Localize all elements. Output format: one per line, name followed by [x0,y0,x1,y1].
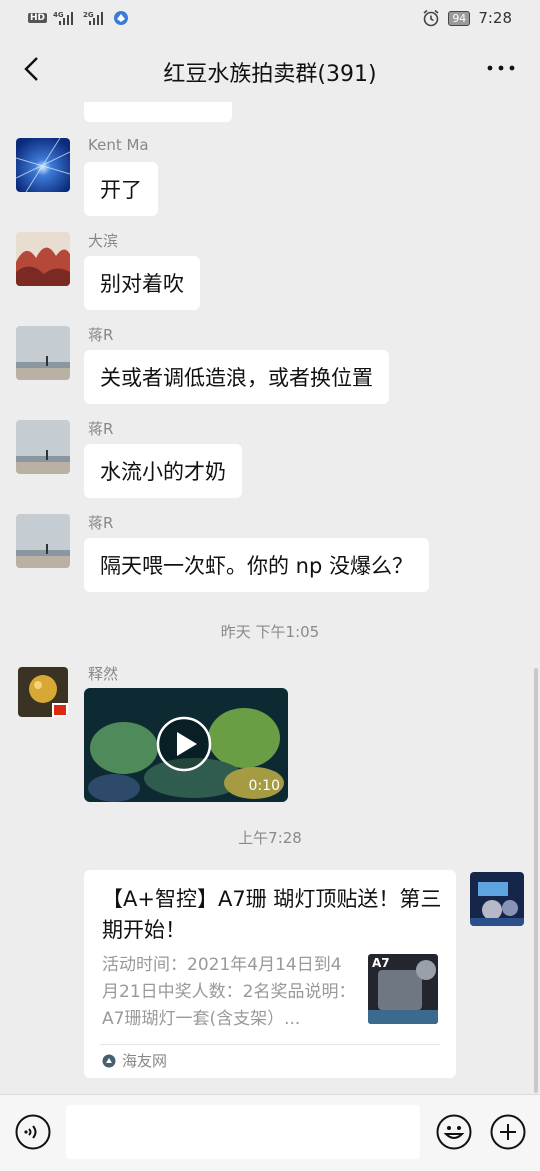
hd-icon: HD [28,13,48,23]
signal-2g-icon: 2G [83,11,104,25]
avatar[interactable] [16,326,70,380]
svg-text:2G: 2G [83,11,94,19]
signal-4g-icon: 4G [53,11,74,25]
avatar[interactable] [16,138,70,192]
sender-name: 蒋R [88,420,114,438]
emoji-icon[interactable] [436,1114,472,1150]
link-card-description: 活动时间：2021年4月14日到4月21日中奖人数：2名奖品说明：A7珊瑚灯一套… [102,955,356,1029]
avatar[interactable] [18,667,68,717]
avatar[interactable] [16,232,70,286]
timestamp: 上午7:28 [238,829,302,847]
link-card-thumbnail: A7 [368,954,438,1024]
sender-name: Kent Ma [88,136,149,154]
sender-name: 蒋R [88,514,114,532]
partial-message-bubble [84,102,232,122]
message-bubble[interactable]: 关或者调低造浪，或者换位置 [84,350,389,404]
sender-name: 大滨 [88,232,119,250]
sender-name: 蒋R [88,326,114,344]
chat-header: 红豆水族拍卖群(391) [0,38,540,102]
timestamp: 昨天 下午1:05 [220,623,320,641]
voice-input-icon[interactable] [15,1114,51,1150]
chat-title: 红豆水族拍卖群(391) [163,62,377,87]
battery-indicator: 94 [448,10,471,26]
sender-name: 释然 [88,665,119,683]
link-card-title: 【A+智控】A7珊 瑚灯顶贴送！第三期开始！ [102,887,442,942]
svg-text:4G: 4G [53,11,64,19]
self-avatar[interactable] [470,872,524,926]
signal-indicators: HD 4G 2G [28,10,129,26]
message-bubble[interactable]: 别对着吹 [84,256,200,310]
thumbnail-label: A7 [372,956,390,970]
video-message[interactable]: 0:10 [84,688,288,802]
link-card[interactable]: 【A+智控】A7珊 瑚灯顶贴送！第三期开始！ 活动时间：2021年4月14日到4… [84,870,456,1078]
alarm-icon [423,9,439,27]
avatar[interactable] [16,514,70,568]
avatar[interactable] [16,420,70,474]
message-bubble[interactable]: 隔天喂一次虾。你的 np 没爆么？ [84,538,429,592]
message-input[interactable] [66,1105,420,1159]
message-bubble[interactable]: 开了 [84,162,158,216]
status-right: 94 7:28 [422,9,512,27]
status-bar: HD 4G 2G 94 7:28 [0,0,540,38]
browser-notification-icon [114,11,129,25]
clock: 7:28 [478,9,512,27]
plus-icon[interactable] [490,1114,526,1150]
divider [100,1044,440,1045]
message-bubble[interactable]: 水流小的才奶 [84,444,242,498]
input-bar [0,1094,540,1171]
video-duration: 0:10 [248,778,280,794]
more-options-icon[interactable] [486,58,516,78]
source-logo-icon [102,1054,116,1068]
link-card-source: 海友网 [122,1052,168,1070]
scrollbar[interactable] [534,668,538,1093]
